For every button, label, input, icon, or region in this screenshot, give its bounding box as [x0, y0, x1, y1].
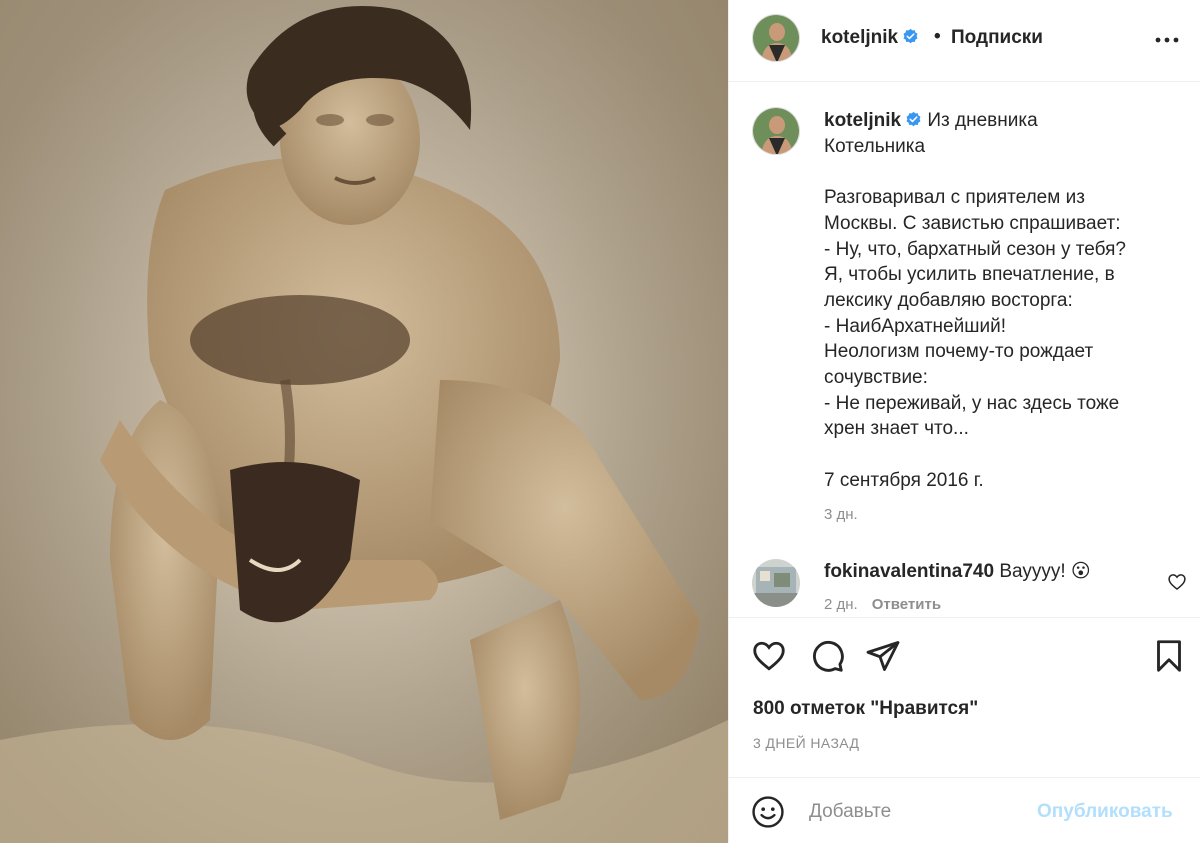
commenter-avatar[interactable]: [752, 559, 800, 607]
add-comment-bar: Опубликовать: [729, 777, 1200, 843]
likes-count[interactable]: 800 отметок "Нравится": [753, 698, 978, 720]
caption-line: Я, чтобы усилить впечатление, в: [824, 264, 1115, 286]
caption-username[interactable]: koteljnik: [824, 110, 901, 131]
comment-input[interactable]: [809, 798, 1029, 826]
caption-line: - НаибАрхатнейший!: [824, 315, 1006, 337]
post-date[interactable]: 3 ДНЕЙ НАЗАД: [753, 735, 859, 751]
caption-line: - Не переживай, у нас здесь тоже: [824, 392, 1120, 414]
caption-line: [824, 442, 1159, 468]
caption-line: 7 сентября 2016 г.: [824, 469, 984, 491]
comment-body: Вауууу! 😮: [999, 561, 1091, 582]
post-caption: koteljnik Из дневника Котельника Разгова…: [824, 108, 1159, 527]
caption-text: Из дневника: [927, 110, 1038, 131]
post-header: koteljnik • Подписки: [729, 0, 1200, 82]
photo-illustration: [0, 0, 728, 843]
verified-badge-icon: [906, 111, 921, 127]
caption-author-avatar[interactable]: [752, 107, 800, 155]
caption-line: хрен знает что...: [824, 418, 969, 440]
comments-area[interactable]: koteljnik Из дневника Котельника Разгова…: [729, 82, 1200, 617]
comment-timestamp[interactable]: 2 дн.: [824, 596, 858, 613]
avatar-image: [753, 15, 799, 61]
caption-line: Разговаривал с приятелем из: [824, 187, 1085, 209]
comment-meta: 2 дн. Ответить: [824, 596, 941, 613]
following-button[interactable]: Подписки: [951, 27, 1043, 49]
caption-line: [824, 159, 1159, 185]
caption-line: лексику добавляю восторга:: [824, 289, 1073, 311]
author-username[interactable]: koteljnik: [821, 27, 919, 49]
post-actions: 800 отметок "Нравится" 3 ДНЕЙ НАЗАД: [729, 617, 1200, 777]
share-paper-plane-icon[interactable]: [865, 638, 901, 674]
save-bookmark-icon[interactable]: [1151, 638, 1187, 674]
comment-like-heart-icon[interactable]: [1167, 572, 1187, 592]
caption-line: koteljnik Из дневника: [824, 108, 1159, 134]
caption-line: - Ну, что, бархатный сезон у тебя?: [824, 238, 1126, 260]
verified-badge-icon: [903, 28, 918, 44]
like-heart-icon[interactable]: [751, 638, 787, 674]
comment-bubble-icon[interactable]: [809, 638, 845, 674]
emoji-icon[interactable]: [751, 795, 785, 829]
caption-line: Котельника: [824, 135, 926, 157]
caption-line: Неологизм почему-то рождает: [824, 341, 1094, 363]
author-avatar[interactable]: [752, 14, 800, 62]
avatar-image: [752, 559, 800, 607]
comment-text: fokinavalentina740 Вауууу! 😮: [824, 560, 1091, 583]
more-horizontal-icon[interactable]: [1151, 28, 1183, 52]
post-side-panel: koteljnik • Подписки koteljnik Из дневни…: [728, 0, 1200, 843]
header-separator: •: [934, 26, 941, 47]
avatar-image: [753, 108, 799, 154]
caption-timestamp[interactable]: 3 дн.: [824, 502, 1159, 528]
publish-button[interactable]: Опубликовать: [1037, 801, 1173, 823]
caption-line: Москвы. С завистью спрашивает:: [824, 212, 1121, 234]
caption-line: сочувствие:: [824, 367, 928, 389]
reply-button[interactable]: Ответить: [872, 596, 941, 613]
author-username-text: koteljnik: [821, 27, 899, 48]
post-photo[interactable]: [0, 0, 728, 843]
comment-item: fokinavalentina740 Вауууу! 😮 2 дн. Ответи…: [729, 556, 1200, 616]
commenter-username[interactable]: fokinavalentina740: [824, 561, 994, 582]
